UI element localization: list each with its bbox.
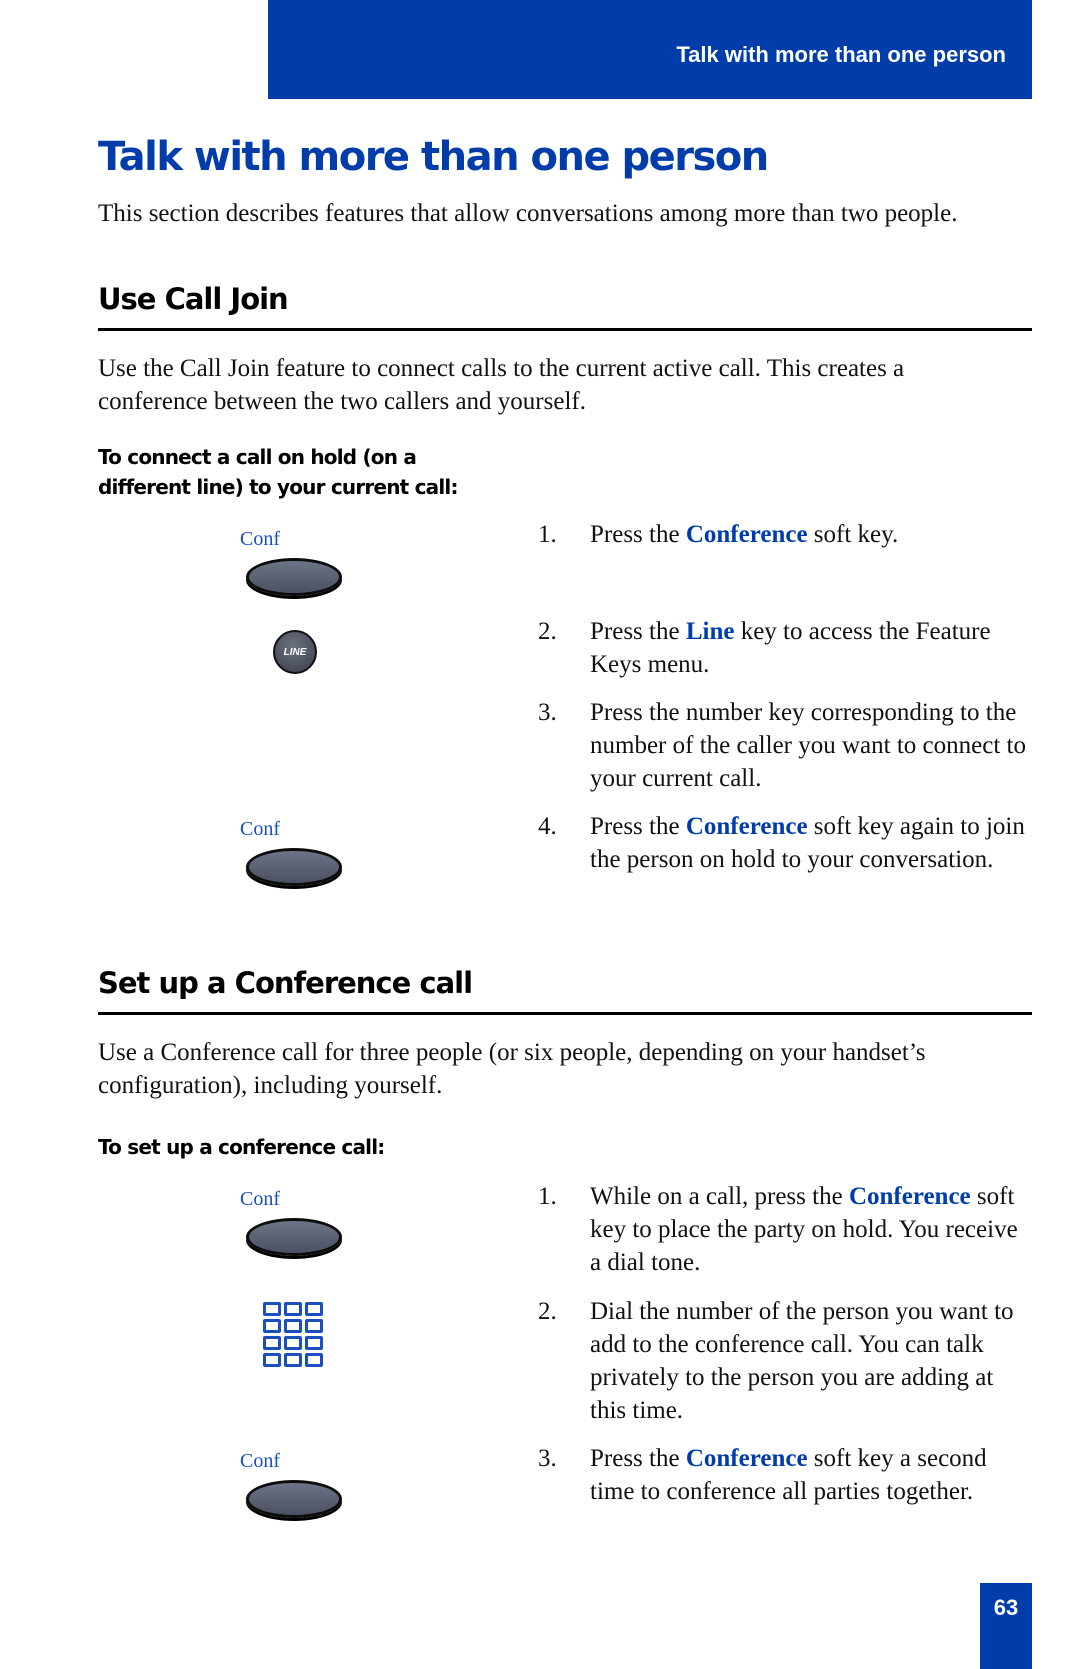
step-number: 4.	[538, 813, 557, 840]
step-text: Press the	[590, 618, 686, 645]
call-join-description: Use the Call Join feature to connect cal…	[98, 355, 905, 415]
key-name-highlight: Conference	[848, 1183, 971, 1210]
conf-softkey-label: Conf	[240, 1188, 280, 1210]
step-text: Press the	[590, 813, 686, 840]
page-number-box: 63	[980, 1583, 1032, 1669]
procedure-title: To connect a call on hold (on a differen…	[98, 442, 458, 502]
key-name-highlight: Conference	[685, 813, 808, 840]
step-item: 1. While on a call, press the Conference…	[538, 1180, 1028, 1279]
step-item: 2. Dial the number of the person you wan…	[538, 1295, 1028, 1427]
header-band: Talk with more than one person	[268, 0, 1032, 99]
dialpad-icon	[263, 1302, 327, 1368]
step-text: Press the	[590, 521, 686, 548]
section-rule	[98, 328, 1032, 331]
line-key-icon: LINE	[273, 630, 317, 674]
running-header-title: Talk with more than one person	[676, 42, 1006, 67]
intro-paragraph: This section describes features that all…	[98, 200, 958, 227]
conf-softkey-icon	[246, 1218, 342, 1256]
step-text: Press the number key corresponding to th…	[590, 699, 1026, 792]
step-text: While on a call, press the	[590, 1183, 849, 1210]
conf-softkey-label: Conf	[240, 528, 280, 550]
conference-description: Use a Conference call for three people (…	[98, 1039, 926, 1099]
conf-softkey-icon	[246, 1480, 342, 1518]
step-item: 2. Press the Line key to access the Feat…	[538, 615, 1028, 681]
conf-softkey-icon	[246, 558, 342, 596]
step-number: 1.	[538, 521, 557, 548]
step-number: 3.	[538, 699, 557, 726]
procedure-title-line: different line) to your current call:	[98, 475, 458, 499]
procedure-title-line: To connect a call on hold (on a	[98, 445, 417, 469]
conf-softkey-label: Conf	[240, 818, 280, 840]
step-number: 1.	[538, 1183, 557, 1210]
step-text: Dial the number of the person you want t…	[590, 1298, 1014, 1424]
key-name-highlight: Conference	[685, 1445, 808, 1472]
section-heading-call-join: Use Call Join	[98, 282, 289, 316]
step-item: 1. Press the Conference soft key.	[538, 518, 1028, 551]
conf-softkey-icon	[246, 848, 342, 886]
key-name-highlight: Line	[685, 618, 735, 645]
step-text: soft key.	[807, 521, 899, 548]
section-heading-conference: Set up a Conference call	[98, 966, 473, 1000]
page-number: 63	[993, 1595, 1019, 1620]
key-name-highlight: Conference	[685, 521, 808, 548]
step-item: 3. Press the number key corresponding to…	[538, 696, 1028, 795]
page-title: Talk with more than one person	[98, 134, 769, 180]
procedure-title: To set up a conference call:	[98, 1135, 385, 1159]
step-item: 3. Press the Conference soft key a secon…	[538, 1442, 1028, 1508]
conf-softkey-label: Conf	[240, 1450, 280, 1472]
section-rule	[98, 1012, 1032, 1015]
step-number: 2.	[538, 618, 557, 645]
step-number: 2.	[538, 1298, 557, 1325]
step-number: 3.	[538, 1445, 557, 1472]
step-item: 4. Press the Conference soft key again t…	[538, 810, 1028, 876]
step-text: Press the	[590, 1445, 686, 1472]
